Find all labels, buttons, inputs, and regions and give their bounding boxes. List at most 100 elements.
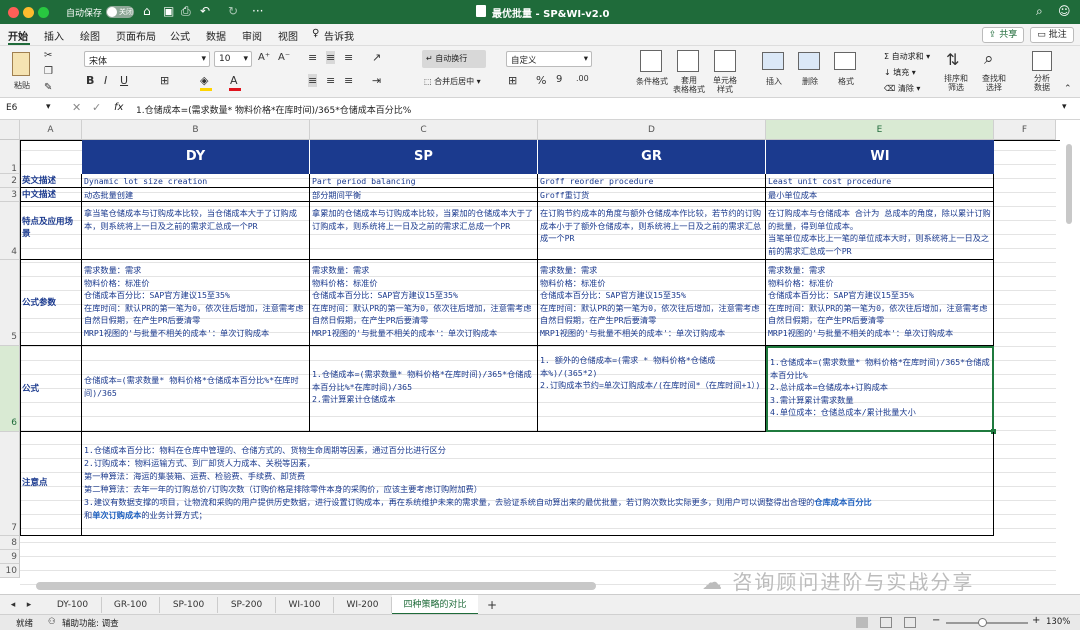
zoom-slider-thumb[interactable] bbox=[978, 618, 987, 627]
align-center-icon[interactable]: ≡ bbox=[326, 74, 335, 87]
row-header-9[interactable]: 9 bbox=[0, 550, 20, 564]
label-params[interactable]: 公式参数 bbox=[20, 260, 82, 346]
search-icon[interactable]: ⌕ bbox=[1036, 4, 1043, 19]
row-header-10[interactable]: 10 bbox=[0, 564, 20, 578]
row-header-1[interactable]: 1 bbox=[0, 140, 20, 174]
cell-params-sp[interactable]: 需求数量：需求 物料价格：标准价 仓储成本百分比：SAP官方建议15至35% 在… bbox=[310, 260, 538, 346]
account-icon[interactable]: ☺ bbox=[1058, 4, 1071, 18]
header-sp[interactable]: SP bbox=[310, 140, 538, 174]
borders-icon[interactable]: ⊞ bbox=[160, 74, 169, 87]
column-header-f[interactable]: F bbox=[994, 120, 1056, 140]
select-all-corner[interactable] bbox=[0, 120, 20, 140]
shrink-font-icon[interactable]: A⁻ bbox=[278, 52, 290, 63]
header-gr[interactable]: GR bbox=[538, 140, 766, 174]
next-sheet-icon[interactable]: ▸ bbox=[22, 597, 36, 613]
tab-data[interactable]: 数据 bbox=[206, 28, 226, 43]
sheet-tab-gr-100[interactable]: GR-100 bbox=[102, 597, 160, 613]
cell-notes[interactable]: 1.仓储成本百分比：物料在仓库中管理的、仓储方式的、货物生命周期等因素，通过百分… bbox=[82, 432, 994, 536]
font-size-select[interactable]: 10 ▾ bbox=[214, 51, 252, 67]
cell-chinese-gr[interactable]: Groff重订货 bbox=[538, 188, 766, 202]
paste-icon[interactable] bbox=[12, 52, 30, 76]
share-button[interactable]: ⇪ 共享 bbox=[982, 27, 1024, 43]
align-middle-icon[interactable]: ≡ bbox=[326, 51, 336, 64]
sheet-tab-sp-200[interactable]: SP-200 bbox=[218, 597, 276, 613]
row-header-3[interactable]: 3 bbox=[0, 188, 20, 202]
underline-icon[interactable]: U bbox=[120, 74, 128, 87]
label-notes[interactable]: 注意点 bbox=[20, 432, 82, 536]
accessibility-icon[interactable]: ⚇ bbox=[48, 617, 56, 627]
autosave-toggle[interactable]: 关闭 bbox=[106, 6, 134, 18]
font-name-select[interactable]: 宋体 ▾ bbox=[84, 51, 210, 67]
italic-icon[interactable]: I bbox=[104, 74, 107, 87]
column-header-c[interactable]: C bbox=[310, 120, 538, 140]
tell-me[interactable]: 告诉我 bbox=[324, 28, 354, 43]
font-color-icon[interactable]: A bbox=[230, 74, 238, 87]
cell-chinese-dy[interactable]: 动态批量创建 bbox=[82, 188, 310, 202]
row-header-5[interactable]: 5 bbox=[0, 260, 20, 346]
label-formula[interactable]: 公式 bbox=[20, 346, 82, 432]
grow-font-icon[interactable]: A⁺ bbox=[258, 52, 270, 63]
header-dy[interactable]: DY bbox=[82, 140, 310, 174]
row-header-2[interactable]: 2 bbox=[0, 174, 20, 188]
bold-icon[interactable]: B bbox=[86, 74, 94, 87]
spreadsheet-grid[interactable]: A B C D E F 1 2 3 4 5 6 7 8 9 10 DY SP G… bbox=[0, 120, 1080, 594]
prev-sheet-icon[interactable]: ◂ bbox=[6, 597, 20, 613]
delete-cells-icon[interactable] bbox=[798, 52, 820, 70]
name-box[interactable]: E6 bbox=[6, 103, 17, 113]
align-top-icon[interactable]: ≡ bbox=[308, 51, 317, 64]
cell-formula-sp[interactable]: 1.仓储成本=(需求数量* 物料价格*在库时间)/365*仓储成本百分比%*在库… bbox=[310, 346, 538, 432]
cell-english-wi[interactable]: Least unit cost procedure bbox=[766, 174, 994, 188]
cell-english-sp[interactable]: Part period balancing bbox=[310, 174, 538, 188]
zoom-out-icon[interactable]: − bbox=[932, 615, 940, 626]
find-select-icon[interactable]: ⌕ bbox=[984, 49, 994, 69]
zoom-slider[interactable] bbox=[946, 622, 1028, 624]
label-features[interactable]: 特点及应用场景 bbox=[20, 202, 82, 260]
increase-decimal-icon[interactable]: .00 bbox=[576, 74, 589, 83]
cut-icon[interactable]: ✂ bbox=[44, 50, 52, 61]
column-header-a[interactable]: A bbox=[20, 120, 82, 140]
zoom-window-icon[interactable] bbox=[38, 7, 49, 18]
table-format-icon[interactable] bbox=[677, 50, 699, 72]
accessibility-status[interactable]: 辅助功能: 调查 bbox=[62, 617, 119, 629]
cell-features-gr[interactable]: 在订购节约成本的角度与额外仓储成本作比较，若节约的订购成本小于了额外仓储成本，则… bbox=[538, 202, 766, 260]
cell-chinese-sp[interactable]: 部分期间平衡 bbox=[310, 188, 538, 202]
align-bottom-icon[interactable]: ≡ bbox=[344, 51, 353, 64]
row-header-4[interactable]: 4 bbox=[0, 202, 20, 260]
cell-features-dy[interactable]: 拿当笔仓储成本与订购成本比较，当仓储成本大于了订购成本，则系统将上一日及之前的需… bbox=[82, 202, 310, 260]
copy-icon[interactable]: ❐ bbox=[44, 66, 53, 77]
clear-button[interactable]: ⌫ 清除 ▾ bbox=[884, 83, 920, 94]
orientation-icon[interactable]: ↗ bbox=[372, 51, 381, 64]
row-header-8[interactable]: 8 bbox=[0, 536, 20, 550]
cell-style-icon[interactable] bbox=[714, 50, 736, 72]
merge-center-button[interactable]: ⬚ 合并后居中 ▾ bbox=[424, 74, 494, 90]
cell-formula-wi-selected[interactable]: 1.仓储成本=(需求数量* 物料价格*在库时间)/365*仓储成本百分比% 2.… bbox=[766, 346, 994, 432]
cell-formula-dy[interactable]: 仓储成本=(需求数量* 物料价格*仓储成本百分比%*在库时间)/365 bbox=[82, 346, 310, 432]
align-left-icon[interactable]: ≡ bbox=[308, 74, 318, 87]
cell-english-dy[interactable]: Dynamic lot size creation bbox=[82, 174, 310, 188]
comma-icon[interactable]: 9 bbox=[556, 74, 562, 85]
tab-draw[interactable]: 绘图 bbox=[80, 28, 100, 43]
analyze-data-icon[interactable] bbox=[1032, 51, 1052, 71]
align-right-icon[interactable]: ≡ bbox=[344, 74, 353, 87]
number-format-select[interactable]: 自定义 ▾ bbox=[506, 51, 592, 67]
row-header-7[interactable]: 7 bbox=[0, 432, 20, 536]
redo-icon[interactable]: ↻ bbox=[228, 4, 238, 18]
format-painter-icon[interactable]: ✎ bbox=[44, 82, 52, 93]
column-header-b[interactable]: B bbox=[82, 120, 310, 140]
cell-params-gr[interactable]: 需求数量：需求 物料价格：标准价 仓储成本百分比：SAP官方建议15至35% 在… bbox=[538, 260, 766, 346]
enter-icon[interactable]: ✓ bbox=[92, 101, 101, 114]
autosum-button[interactable]: Σ 自动求和 ▾ bbox=[884, 51, 930, 62]
cancel-icon[interactable]: ✕ bbox=[72, 101, 81, 114]
label-english[interactable]: 英文描述 bbox=[20, 174, 82, 188]
cell-params-dy[interactable]: 需求数量：需求 物料价格：标准价 仓储成本百分比：SAP官方建议15至35% 在… bbox=[82, 260, 310, 346]
undo-icon[interactable]: ↶ bbox=[200, 4, 210, 18]
page-layout-view-icon[interactable] bbox=[880, 617, 892, 628]
tab-review[interactable]: 审阅 bbox=[242, 28, 262, 43]
close-window-icon[interactable] bbox=[8, 7, 19, 18]
fill-button[interactable]: ↓ 填充 ▾ bbox=[884, 67, 916, 78]
page-break-view-icon[interactable] bbox=[904, 617, 916, 628]
collapse-ribbon-icon[interactable]: ⌃ bbox=[1064, 84, 1072, 94]
zoom-level[interactable]: 130% bbox=[1046, 617, 1070, 627]
sheet-tab-sp-100[interactable]: SP-100 bbox=[160, 597, 218, 613]
wrap-text-button[interactable]: ↵ 自动换行 bbox=[422, 50, 486, 68]
